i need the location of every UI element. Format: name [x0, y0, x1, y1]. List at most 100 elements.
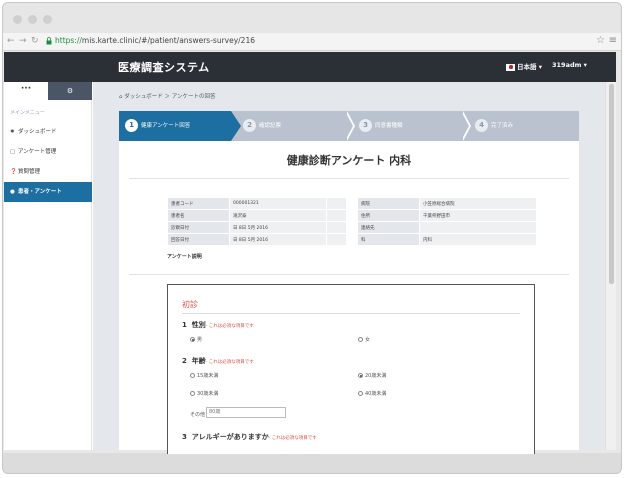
- radio-checked-icon: [358, 373, 363, 378]
- sidebar-tab-settings-gear-icon[interactable]: ⚙: [48, 82, 92, 100]
- question-label: 年齢: [191, 357, 206, 365]
- table-cell-empty: [326, 197, 347, 210]
- close-window-button[interactable]: [13, 15, 22, 24]
- radio-option-under-30[interactable]: 30歳未満: [190, 390, 218, 397]
- option-label: 40歳未満: [365, 391, 387, 397]
- sidebar: ··· ⚙ メインメニュー ✹ ダッシュボード ▢ アンケート管理 ❓質問管理 ● 患…: [4, 82, 92, 450]
- top-navbar: 医療調査システム 日本語 ▾ 319adm ▾: [4, 52, 616, 82]
- table-cell-value: 000001321: [229, 197, 327, 210]
- step-separator-inner: [345, 111, 353, 141]
- table-cell-label: 病院: [357, 197, 420, 210]
- option-label: 30歳未満: [197, 391, 219, 397]
- reload-icon[interactable]: ↻: [31, 36, 39, 46]
- sidebar-item-question-management[interactable]: ❓質問管理: [4, 162, 92, 182]
- scrollbar-thumb[interactable]: [609, 84, 614, 284]
- japan-flag-icon: [506, 63, 515, 71]
- step-2[interactable]: 2 確認記票: [243, 111, 281, 141]
- question-number: 1: [182, 321, 187, 329]
- required-note: - これは必須な項目です: [205, 360, 254, 365]
- table-cell-value: [419, 221, 537, 234]
- step-4[interactable]: 4 完了済み: [475, 111, 513, 141]
- calendar-icon: ▢: [10, 149, 16, 155]
- required-note: - これは必須な項目です: [268, 436, 317, 441]
- step-1[interactable]: 1 健康アンケート回答: [125, 111, 190, 141]
- other-label: その他: [190, 412, 206, 418]
- language-label: 日本語 ▾: [517, 63, 543, 71]
- user-icon: ●: [10, 189, 15, 195]
- question-1: 1 性別- これは必須な項目です: [182, 320, 254, 330]
- radio-option-female[interactable]: 女: [358, 336, 370, 343]
- question-icon: ❓: [10, 169, 17, 175]
- radio-checked-icon: [190, 337, 195, 342]
- system-title: 医療調査システム: [118, 61, 210, 74]
- radio-option-male[interactable]: 男: [190, 336, 202, 343]
- step-label: 同意書種類: [375, 123, 403, 129]
- radio-option-under-15[interactable]: 15歳未満: [190, 372, 218, 379]
- sidebar-item-patient-survey[interactable]: ● 患者・アンケート: [4, 182, 92, 202]
- table-row: 住所 千葉県野田市: [357, 209, 537, 222]
- question-number: 2: [182, 357, 187, 365]
- bookmark-star-icon[interactable]: ☆: [596, 35, 605, 46]
- radio-icon: [358, 337, 363, 342]
- sidebar-item-dashboard[interactable]: ✹ ダッシュボード: [4, 122, 92, 142]
- survey-form: 初診 1 性別- これは必須な項目です 男 女 2 年齢- これは必須な項目です…: [167, 284, 535, 454]
- radio-icon: [190, 391, 195, 396]
- step-label: 健康アンケート回答: [141, 123, 191, 129]
- hospital-info-table: 病院 小笠原総合病院 住所 千葉県野田市 連絡先 科内科: [357, 197, 537, 246]
- step-number: 2: [243, 119, 256, 132]
- option-label: 15歳未満: [197, 373, 219, 379]
- divider: [129, 178, 569, 179]
- back-arrow-icon[interactable]: ←: [7, 36, 15, 46]
- sidebar-item-label: ダッシュボード: [18, 129, 57, 135]
- sidebar-item-label: 患者・アンケート: [18, 189, 62, 195]
- radio-option-under-40[interactable]: 40歳未満: [358, 390, 386, 397]
- table-cell-value: 日 8日 5月 2016: [229, 221, 327, 234]
- radio-option-under-20[interactable]: 20歳未満: [358, 372, 386, 379]
- table-cell-label: 科: [357, 233, 420, 246]
- option-label: 男: [197, 337, 203, 343]
- sidebar-section-label: メインメニュー: [10, 110, 45, 116]
- maximize-window-button[interactable]: [43, 15, 52, 24]
- address-bar: ← → ↻ https://mis.karte.clinic/#/patient…: [3, 33, 621, 51]
- step-3[interactable]: 3 同意書種類: [359, 111, 403, 141]
- other-age-input[interactable]: 80歳: [206, 407, 286, 418]
- question-3: 3 アレルギーがありますか- これは必須な項目です: [182, 432, 317, 442]
- forward-arrow-icon[interactable]: →: [19, 36, 27, 46]
- option-label: 20歳未満: [365, 373, 387, 379]
- table-cell-value: 内科: [419, 233, 537, 246]
- browser-menu-icon[interactable]: ≡: [609, 35, 617, 46]
- table-cell-empty: [326, 221, 347, 234]
- table-row: 回答日付日 8日 5月 2016: [167, 233, 347, 246]
- step-number: 1: [125, 119, 138, 132]
- page-title: 健康診断アンケート 内科: [286, 154, 412, 167]
- description-label: アンケート説明: [167, 254, 202, 260]
- table-row: 科内科: [357, 233, 537, 246]
- table-cell-value: 滝沢泰: [229, 209, 327, 222]
- step-number: 3: [359, 119, 372, 132]
- sidebar-item-label: 質問管理: [18, 169, 41, 175]
- progress-steps: 1 健康アンケート回答 2 確認記票 3 同意書種類 4 完了済み: [119, 111, 579, 141]
- user-menu[interactable]: 319adm ▾: [552, 61, 587, 69]
- table-cell-label: 連絡先: [357, 221, 420, 234]
- table-row: 連絡先: [357, 221, 537, 234]
- minimize-window-button[interactable]: [28, 15, 37, 24]
- divider: [182, 313, 520, 314]
- table-row: 病院 小笠原総合病院: [357, 197, 537, 210]
- table-row: 診察日付日 8日 5月 2016: [167, 221, 347, 234]
- sidebar-item-survey-management[interactable]: ▢ アンケート管理: [4, 142, 92, 162]
- url-field[interactable]: https://mis.karte.clinic/#/patient/answe…: [55, 36, 255, 45]
- radio-icon: [358, 391, 363, 396]
- step-label: 確認記票: [259, 123, 282, 129]
- step-separator-inner: [461, 111, 469, 141]
- vertical-scrollbar[interactable]: [605, 82, 616, 450]
- question-label: アレルギーがありますか: [191, 433, 269, 441]
- step-label: 完了済み: [491, 123, 514, 129]
- app-root: 医療調査システム 日本語 ▾ 319adm ▾ ··· ⚙ メインメニュー ✹ ダ…: [4, 52, 616, 454]
- sidebar-tab-menu[interactable]: ···: [4, 82, 48, 100]
- question-2: 2 年齢- これは必須な項目です: [182, 356, 254, 366]
- url-scheme: https://: [55, 36, 82, 45]
- language-selector[interactable]: 日本語 ▾: [506, 61, 542, 71]
- table-cell-label: 診察日付: [167, 221, 230, 234]
- patient-info-table: 患者コード 000001321 患者名 滝沢泰 診察日付日 8日 5月 2016 回…: [167, 197, 347, 246]
- browser-bottom-bar: [3, 453, 621, 473]
